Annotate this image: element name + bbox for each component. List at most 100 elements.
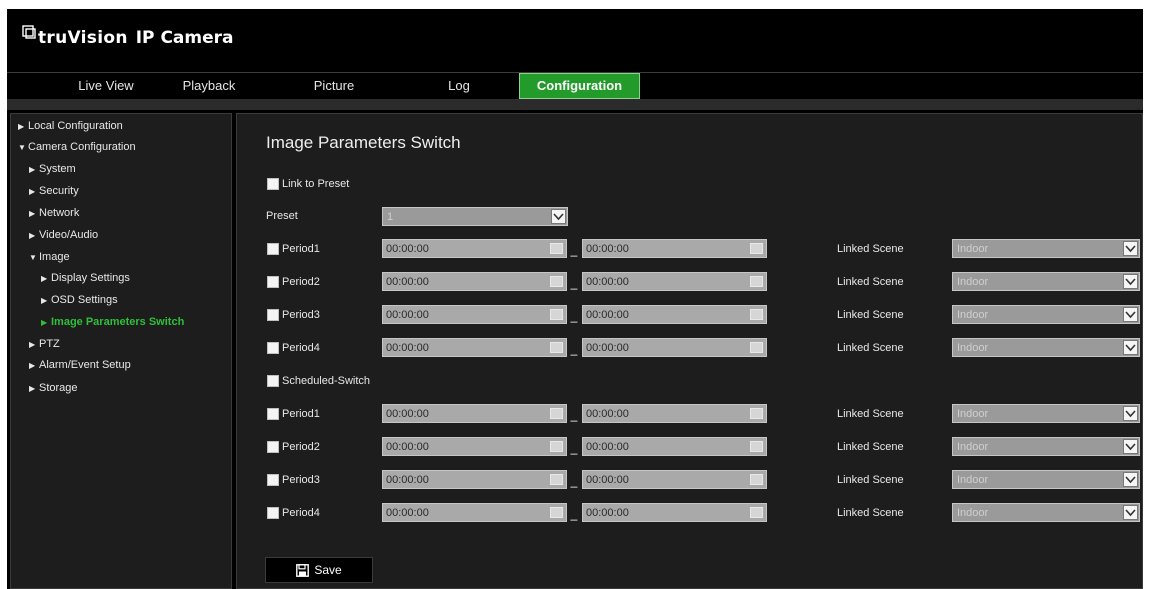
preset-period1-scene-select[interactable]: Indoor — [952, 239, 1140, 258]
calendar-icon[interactable] — [550, 342, 563, 353]
time-range-dash: _ — [570, 408, 578, 422]
calendar-icon[interactable] — [550, 243, 563, 254]
end-time-value: 00:00:00 — [586, 441, 629, 453]
save-label: Save — [314, 563, 342, 577]
preset-period4-scene-select[interactable]: Indoor — [952, 338, 1140, 357]
sidebar-item-image[interactable]: ▼ Image — [29, 249, 70, 265]
start-time-value: 00:00:00 — [386, 276, 429, 288]
end-time-value: 00:00:00 — [586, 243, 629, 255]
preset-period1-end-time[interactable]: 00:00:00 — [582, 239, 767, 258]
scheduled-period2-start-time[interactable]: 00:00:00 — [382, 437, 567, 456]
calendar-icon[interactable] — [750, 309, 763, 320]
sidebar-item-alarm-event-setup[interactable]: ▶ Alarm/Event Setup — [29, 357, 131, 373]
end-time-value: 00:00:00 — [586, 342, 629, 354]
scheduled-period3-start-time[interactable]: 00:00:00 — [382, 470, 567, 489]
scheduled-period1-start-time[interactable]: 00:00:00 — [382, 404, 567, 423]
tab-log[interactable]: Log — [399, 73, 519, 99]
link-to-preset-checkbox[interactable] — [267, 178, 279, 190]
preset-period1-checkbox[interactable] — [267, 243, 279, 255]
preset-period2-label: Period2 — [282, 276, 320, 288]
calendar-icon[interactable] — [550, 441, 563, 452]
preset-period3-start-time[interactable]: 00:00:00 — [382, 305, 567, 324]
chevron-down-icon — [1123, 472, 1138, 487]
preset-period3-checkbox[interactable] — [267, 309, 279, 321]
sidebar-item-ptz[interactable]: ▶ PTZ — [29, 336, 60, 352]
sidebar-item-security[interactable]: ▶ Security — [29, 183, 79, 199]
scene-value: Indoor — [957, 342, 989, 354]
scheduled-period1-checkbox[interactable] — [267, 408, 279, 420]
scene-value: Indoor — [957, 441, 989, 453]
preset-period3-scene-select[interactable]: Indoor — [952, 305, 1140, 324]
calendar-icon[interactable] — [550, 507, 563, 518]
scheduled-period1-scene-select[interactable]: Indoor — [952, 404, 1140, 423]
calendar-icon[interactable] — [750, 276, 763, 287]
start-time-value: 00:00:00 — [386, 474, 429, 486]
scheduled-period3-scene-select[interactable]: Indoor — [952, 470, 1140, 489]
triangle-right-icon: ▶ — [29, 209, 36, 218]
preset-period2-scene-select[interactable]: Indoor — [952, 272, 1140, 291]
scheduled-period3-end-time[interactable]: 00:00:00 — [582, 470, 767, 489]
preset-period4-checkbox[interactable] — [267, 342, 279, 354]
calendar-icon[interactable] — [750, 474, 763, 485]
calendar-icon[interactable] — [750, 243, 763, 254]
tab-configuration[interactable]: Configuration — [519, 73, 640, 99]
preset-period4-end-time[interactable]: 00:00:00 — [582, 338, 767, 357]
preset-period4-start-time[interactable]: 00:00:00 — [382, 338, 567, 357]
scheduled-period2-label: Period2 — [282, 441, 320, 453]
scheduled-period4-linked-scene-label: Linked Scene — [837, 507, 904, 519]
scheduled-period4-scene-select[interactable]: Indoor — [952, 503, 1140, 522]
scene-value: Indoor — [957, 474, 989, 486]
preset-period1-label: Period1 — [282, 243, 320, 255]
preset-select[interactable]: 1 — [382, 207, 568, 226]
scheduled-period2-end-time[interactable]: 00:00:00 — [582, 437, 767, 456]
sidebar-item-image-parameters-switch[interactable]: ▶ Image Parameters Switch — [41, 314, 184, 330]
preset-period3-end-time[interactable]: 00:00:00 — [582, 305, 767, 324]
sidebar-item-display-settings[interactable]: ▶ Display Settings — [41, 270, 130, 286]
tab-playback[interactable]: Playback — [169, 73, 249, 99]
scheduled-period3-checkbox[interactable] — [267, 474, 279, 486]
calendar-icon[interactable] — [550, 276, 563, 287]
scheduled-switch-checkbox[interactable] — [267, 375, 279, 387]
floppy-disk-icon — [296, 563, 310, 577]
preset-period2-start-time[interactable]: 00:00:00 — [382, 272, 567, 291]
calendar-icon[interactable] — [750, 342, 763, 353]
tab-picture[interactable]: Picture — [269, 73, 399, 99]
end-time-value: 00:00:00 — [586, 408, 629, 420]
app-logo: truVision IP Camera — [22, 25, 233, 50]
preset-period2-checkbox[interactable] — [267, 276, 279, 288]
triangle-right-icon: ▶ — [41, 274, 48, 283]
end-time-value: 00:00:00 — [586, 309, 629, 321]
triangle-right-icon: ▶ — [29, 165, 36, 174]
calendar-icon[interactable] — [550, 408, 563, 419]
scheduled-period1-label: Period1 — [282, 408, 320, 420]
triangle-down-icon: ▼ — [18, 143, 26, 152]
preset-period2-end-time[interactable]: 00:00:00 — [582, 272, 767, 291]
calendar-icon[interactable] — [550, 474, 563, 485]
scheduled-period4-end-time[interactable]: 00:00:00 — [582, 503, 767, 522]
preset-value: 1 — [387, 211, 394, 223]
sidebar-item-network[interactable]: ▶ Network — [29, 205, 79, 221]
scheduled-period1-end-time[interactable]: 00:00:00 — [582, 404, 767, 423]
sidebar-item-system[interactable]: ▶ System — [29, 161, 76, 177]
scheduled-period4-start-time[interactable]: 00:00:00 — [382, 503, 567, 522]
sidebar-item-local-configuration[interactable]: ▶ Local Configuration — [18, 118, 123, 134]
tab-live-view[interactable]: Live View — [31, 73, 181, 99]
calendar-icon[interactable] — [750, 441, 763, 452]
preset-period1-start-time[interactable]: 00:00:00 — [382, 239, 567, 258]
calendar-icon[interactable] — [750, 408, 763, 419]
scene-value: Indoor — [957, 507, 989, 519]
scheduled-period4-checkbox[interactable] — [267, 507, 279, 519]
sidebar-item-camera-configuration[interactable]: ▼ Camera Configuration — [18, 139, 136, 155]
save-button[interactable]: Save — [265, 557, 373, 583]
sidebar-item-storage[interactable]: ▶ Storage — [29, 380, 78, 396]
calendar-icon[interactable] — [750, 507, 763, 518]
preset-period3-label: Period3 — [282, 309, 320, 321]
scheduled-period2-checkbox[interactable] — [267, 441, 279, 453]
sidebar-item-osd-settings[interactable]: ▶ OSD Settings — [41, 292, 118, 308]
end-time-value: 00:00:00 — [586, 276, 629, 288]
scheduled-switch-label: Scheduled-Switch — [282, 375, 371, 387]
sidebar-item-video-audio[interactable]: ▶ Video/Audio — [29, 227, 98, 243]
scene-value: Indoor — [957, 408, 989, 420]
calendar-icon[interactable] — [550, 309, 563, 320]
scheduled-period2-scene-select[interactable]: Indoor — [952, 437, 1140, 456]
